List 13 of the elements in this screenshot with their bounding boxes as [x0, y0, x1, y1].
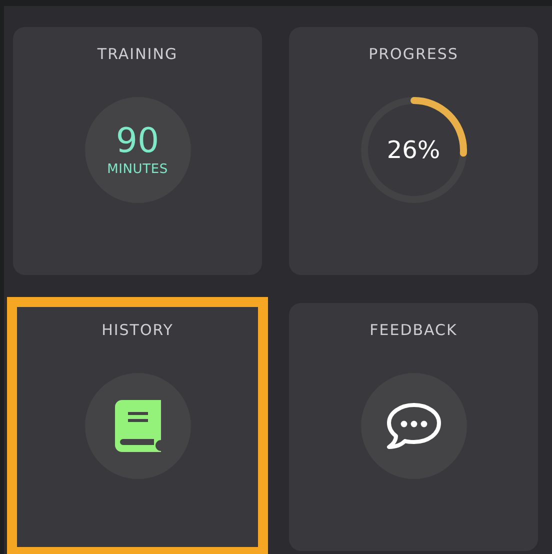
tile-title: PROGRESS [368, 45, 458, 63]
tile[interactable]: HISTORY [13, 303, 262, 551]
tile-title: HISTORY [102, 321, 174, 339]
minutes-label: MINUTES [107, 162, 168, 176]
tile-title: FEEDBACK [370, 321, 458, 339]
chat-icon [386, 402, 442, 450]
book-icon [114, 400, 160, 452]
tile[interactable]: FEEDBACK [289, 303, 538, 551]
minutes-value: 90 [116, 124, 160, 158]
progress-value: 26% [386, 136, 440, 164]
tile-title: TRAINING [97, 45, 178, 63]
tile[interactable]: PROGRESS 26% [289, 27, 538, 275]
tile[interactable]: TRAINING 90 MINUTES [13, 27, 262, 275]
